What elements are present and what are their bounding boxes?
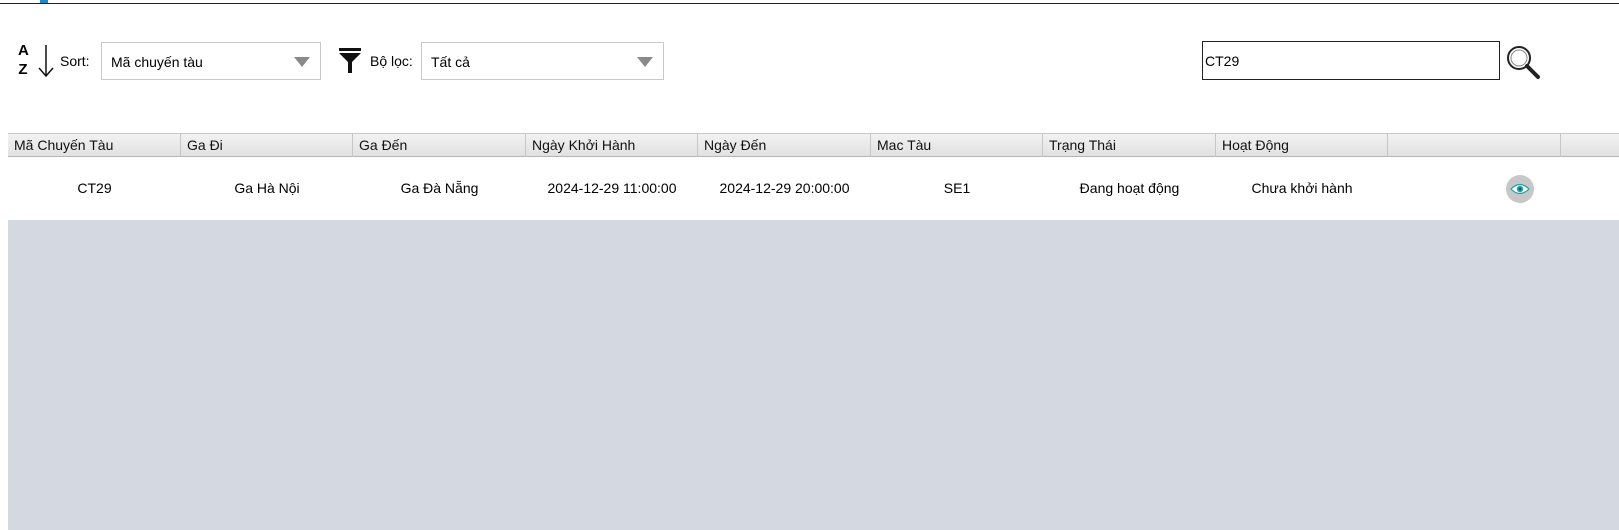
cell-ngay-den: 2024-12-29 20:00:00 xyxy=(719,180,850,196)
toolbar: A Z Sort: Mã chuyến tàu Bộ lọc: Tất cả xyxy=(0,40,1619,84)
arrow-down-icon xyxy=(38,45,54,78)
filter-label: Bộ lọc: xyxy=(370,53,413,69)
sort-label: Sort: xyxy=(60,53,90,69)
cell-ga-den: Ga Đà Nẵng xyxy=(400,180,479,196)
train-trip-page: A Z Sort: Mã chuyến tàu Bộ lọc: Tất cả C… xyxy=(0,0,1619,530)
chevron-down-icon xyxy=(294,57,310,67)
sort-select-value: Mã chuyến tàu xyxy=(111,54,203,70)
table-body: CT29 Ga Hà Nội Ga Đà Nẵng 2024-12-29 11:… xyxy=(8,157,1619,220)
column-header-ga-den[interactable]: Ga Đến xyxy=(353,134,526,157)
table-row[interactable]: CT29 Ga Hà Nội Ga Đà Nẵng 2024-12-29 11:… xyxy=(8,157,1619,220)
eye-icon xyxy=(1510,183,1530,195)
sort-select[interactable]: Mã chuyến tàu xyxy=(101,42,321,80)
column-header-ma-chuyen-tau[interactable]: Mã Chuyến Tàu xyxy=(8,134,181,157)
top-accent-mark xyxy=(40,0,48,3)
sort-icon-letter-z: Z xyxy=(18,61,28,78)
column-header-ngay-den[interactable]: Ngày Đến xyxy=(698,134,871,157)
column-header-mac-tau[interactable]: Mac Tàu xyxy=(871,134,1043,157)
cell-ma-chuyen-tau: CT29 xyxy=(77,180,112,196)
table-header: Mã Chuyến Tàu Ga Đi Ga Đến Ngày Khởi Hàn… xyxy=(8,133,1619,157)
trip-table: Mã Chuyến Tàu Ga Đi Ga Đến Ngày Khởi Hàn… xyxy=(8,133,1619,530)
column-header-ngay-khoi-hanh[interactable]: Ngày Khởi Hành xyxy=(526,134,698,157)
cell-ga-di: Ga Hà Nội xyxy=(234,180,300,196)
cell-trang-thai: Đang hoạt động xyxy=(1079,180,1180,196)
column-header-hoat-dong[interactable]: Hoạt Động xyxy=(1216,134,1388,157)
filter-select-value: Tất cả xyxy=(431,54,470,70)
view-details-button[interactable] xyxy=(1506,175,1534,203)
sort-icon-letter-a: A xyxy=(18,42,29,59)
top-divider xyxy=(0,0,1619,4)
cell-mac-tau: SE1 xyxy=(943,180,971,196)
column-header-trang-thai[interactable]: Trạng Thái xyxy=(1043,134,1216,157)
search-input[interactable] xyxy=(1202,41,1500,80)
column-header-ga-di[interactable]: Ga Đi xyxy=(181,134,353,157)
sort-icon-letters: A Z xyxy=(18,42,29,78)
sort-az-icon[interactable]: A Z xyxy=(16,42,62,82)
filter-select[interactable]: Tất cả xyxy=(421,42,664,80)
chevron-down-icon xyxy=(637,57,653,67)
search-icon[interactable] xyxy=(1505,44,1541,80)
filter-icon[interactable] xyxy=(338,48,362,74)
cell-hoat-dong: Chưa khởi hành xyxy=(1251,180,1353,196)
cell-ngay-khoi-hanh: 2024-12-29 11:00:00 xyxy=(547,180,677,196)
column-header-actions xyxy=(1388,134,1561,157)
